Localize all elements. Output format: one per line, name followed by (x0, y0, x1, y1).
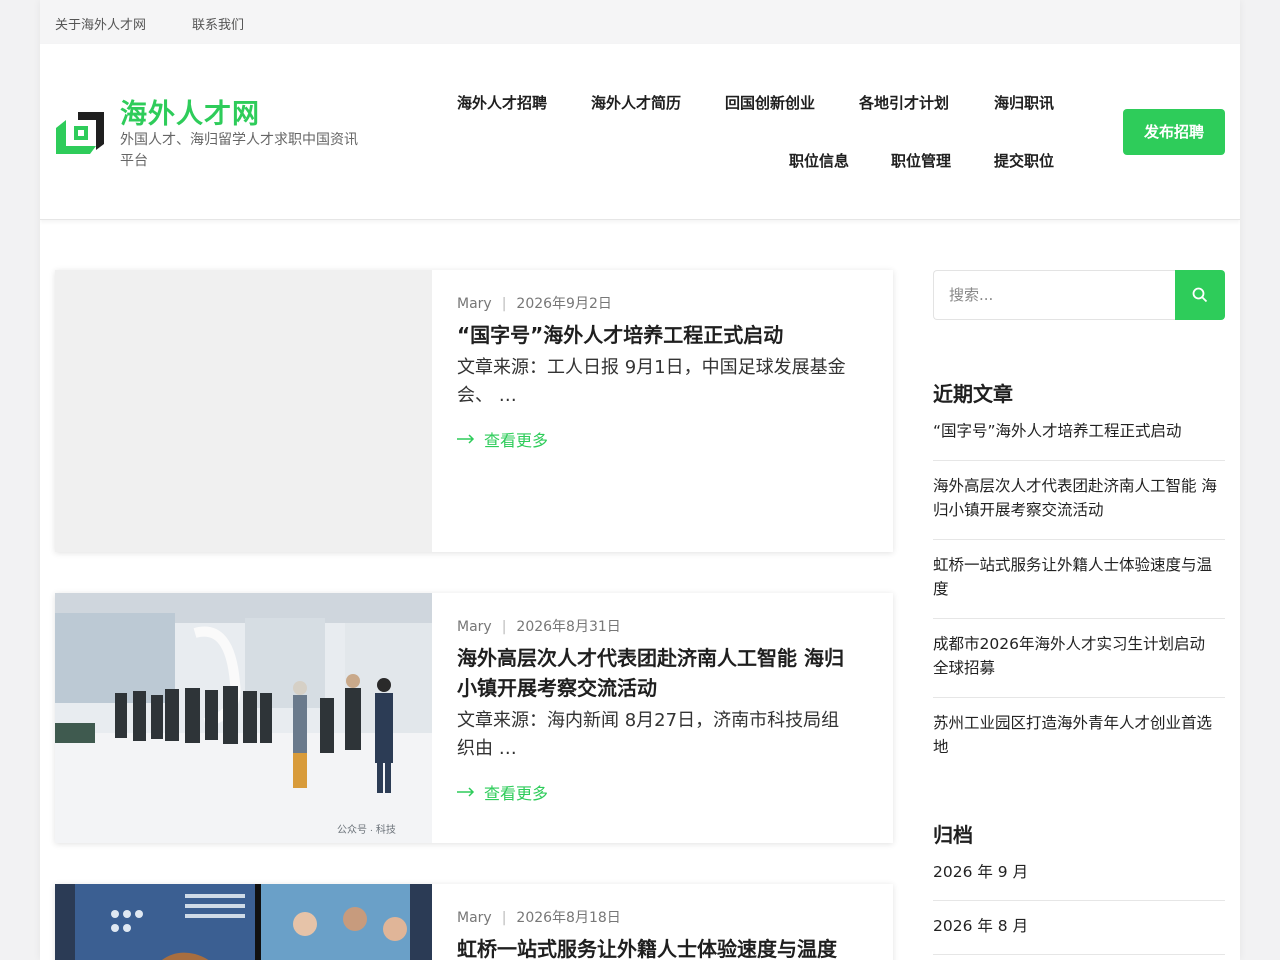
nav-item-return-startup[interactable]: 回国创新创业 (725, 92, 815, 113)
recent-post-item[interactable]: 海外高层次人才代表团赴济南人工智能 海归小镇开展考察交流活动 (933, 461, 1225, 540)
topbar-link-about[interactable]: 关于海外人才网 (55, 14, 146, 33)
post-author[interactable]: Mary (457, 910, 492, 926)
post-title[interactable]: “国字号”海外人才培养工程正式启动 (457, 320, 857, 350)
recent-posts-title: 近期文章 (933, 382, 1013, 406)
sidebar-search (933, 270, 1225, 320)
post-excerpt: 文章来源：海内新闻 8月27日，济南市科技局组织由 … (457, 710, 840, 759)
post-author[interactable]: Mary (457, 619, 492, 635)
archive-item[interactable]: 2026 年 8 月 (933, 901, 1225, 955)
post-author[interactable]: Mary (457, 296, 492, 312)
read-more-label: 查看更多 (484, 784, 549, 803)
publish-job-button[interactable]: 发布招聘 (1123, 109, 1225, 155)
post-meta: Mary | 2026年9月2日 (457, 296, 612, 312)
post-date[interactable]: 2026年9月2日 (516, 296, 611, 312)
site-container: 关于海外人才网 联系我们 海外人才网 外国人才、海归留学人才求职中国资讯平台 海… (40, 0, 1240, 960)
nav-item-submit-job[interactable]: 提交职位 (994, 150, 1054, 171)
archive-item[interactable]: 2026 年 9 月 (933, 860, 1225, 901)
recent-post-item[interactable]: 成都市2026年海外人才实习生计划启动 全球招募 (933, 619, 1225, 698)
nav-item-talent-plans[interactable]: 各地引才计划 (859, 92, 949, 113)
site-description: 外国人才、海归留学人才求职中国资讯平台 (120, 132, 358, 169)
site-title[interactable]: 海外人才网 (120, 92, 260, 131)
search-button[interactable] (1175, 270, 1225, 320)
read-more-link[interactable]: 查看更多 (457, 780, 548, 804)
post-date[interactable]: 2026年8月31日 (516, 619, 620, 635)
post-excerpt: 文章来源：工人日报 9月1日，中国足球发展基金会、 … (457, 357, 846, 406)
site-logo-icon[interactable] (54, 110, 106, 154)
site-header: 海外人才网 外国人才、海归留学人才求职中国资讯平台 海外人才招聘 海外人才简历 … (40, 44, 1240, 220)
group-visit-photo: 公众号 · 科技 (55, 593, 432, 843)
post-title[interactable]: 虹桥一站式服务让外籍人士体验速度与温度 (457, 934, 857, 960)
post-thumbnail[interactable]: 公众号 · 科技 (55, 593, 432, 843)
page: 关于海外人才网 联系我们 海外人才网 外国人才、海归留学人才求职中国资讯平台 海… (0, 0, 1280, 960)
post-card: Mary | 2026年9月2日 “国字号”海外人才培养工程正式启动 文章来源：工人… (55, 270, 893, 552)
topbar-link-contact[interactable]: 联系我们 (192, 14, 244, 33)
photo-watermark: 公众号 · 科技 (337, 823, 396, 836)
arrow-right-icon (457, 787, 475, 797)
search-input[interactable] (933, 270, 1175, 320)
search-icon (1192, 287, 1208, 303)
recent-post-item[interactable]: 苏州工业园区打造海外青年人才创业首选地 (933, 698, 1225, 776)
archives-title: 归档 (933, 823, 973, 847)
post-thumbnail[interactable] (55, 884, 432, 960)
top-bar: 关于海外人才网 联系我们 (40, 0, 1240, 44)
read-more-link[interactable]: 查看更多 (457, 427, 548, 451)
post-meta: Mary | 2026年8月18日 (457, 910, 621, 926)
post-card: 公众号 · 科技 Mary | 2026年8月31日 海外高层次人才代表团赴济南人工… (55, 593, 893, 843)
recent-posts-list: “国字号”海外人才培养工程正式启动 海外高层次人才代表团赴济南人工智能 海归小镇… (933, 419, 1225, 776)
arrow-right-icon (457, 434, 475, 444)
nav-item-overseas-resumes[interactable]: 海外人才简历 (591, 92, 681, 113)
post-date[interactable]: 2026年8月18日 (516, 910, 620, 926)
post-card: Mary | 2026年8月18日 虹桥一站式服务让外籍人士体验速度与温度 (55, 884, 893, 960)
nav-item-job-manage[interactable]: 职位管理 (891, 150, 951, 171)
recent-post-item[interactable]: 虹桥一站式服务让外籍人士体验速度与温度 (933, 540, 1225, 619)
nav-item-overseas-recruitment[interactable]: 海外人才招聘 (457, 92, 547, 113)
nav-item-returnee-jobs[interactable]: 海归职讯 (994, 92, 1054, 113)
service-center-photo (55, 884, 432, 960)
post-meta: Mary | 2026年8月31日 (457, 619, 621, 635)
archives-list: 2026 年 9 月 2026 年 8 月 (933, 860, 1225, 955)
post-thumbnail-placeholder[interactable] (55, 270, 432, 552)
post-title[interactable]: 海外高层次人才代表团赴济南人工智能 海归小镇开展考察交流活动 (457, 643, 857, 703)
read-more-label: 查看更多 (484, 431, 549, 450)
recent-post-item[interactable]: “国字号”海外人才培养工程正式启动 (933, 419, 1225, 461)
nav-item-job-info[interactable]: 职位信息 (789, 150, 849, 171)
